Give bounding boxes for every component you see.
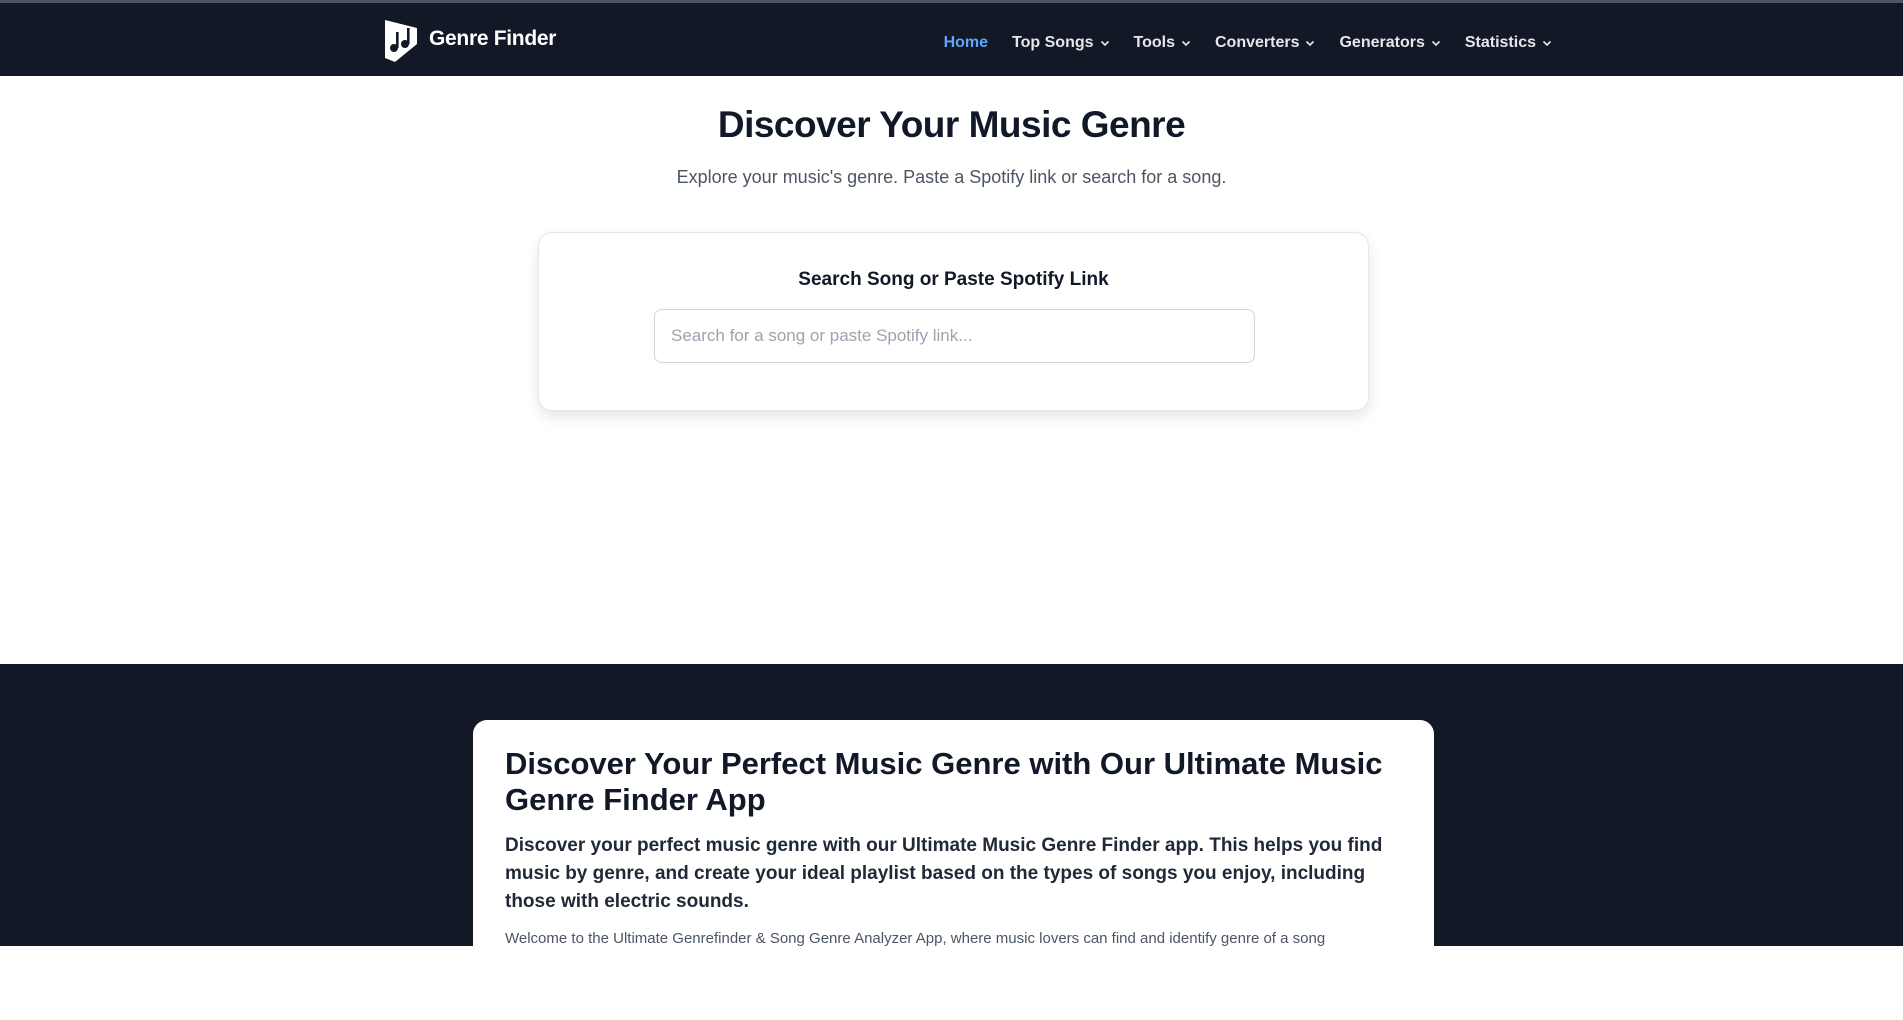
nav-item-converters[interactable]: Converters [1215, 34, 1315, 52]
nav-item-label: Home [943, 33, 989, 51]
nav-item-label: Statistics [1464, 33, 1536, 51]
nav-item-label: Generators [1339, 33, 1425, 51]
main-nav: Home Top Songs Tools Converters Generato… [944, 6, 1552, 79]
search-card: Search Song or Paste Spotify Link [538, 232, 1369, 411]
chevron-down-icon [1542, 40, 1552, 46]
nav-item-statistics[interactable]: Statistics [1465, 34, 1552, 52]
chevron-down-icon [1100, 40, 1109, 46]
brand-link[interactable]: Genre Finder [381, 16, 556, 62]
search-input[interactable] [654, 309, 1255, 363]
page-title: Discover Your Music Genre [717, 104, 1186, 145]
search-label: Search Song or Paste Spotify Link [798, 269, 1109, 290]
nav-item-top-songs[interactable]: Top Songs [1012, 34, 1109, 52]
navbar: Genre Finder Home Top Songs Tools Conver… [0, 3, 1903, 76]
chevron-down-icon [1181, 40, 1191, 46]
article-card: Discover Your Perfect Music Genre with O… [473, 720, 1434, 1020]
article-title: Discover Your Perfect Music Genre with O… [505, 746, 1383, 817]
brand-name: Genre Finder [429, 27, 557, 50]
hero-subtitle: Explore your music's genre. Paste a Spot… [676, 167, 1227, 187]
music-note-logo-icon [385, 20, 417, 62]
hero-section: Discover Your Music Genre Explore your m… [0, 76, 1903, 664]
nav-item-label: Converters [1215, 33, 1300, 51]
nav-item-tools[interactable]: Tools [1134, 34, 1191, 52]
chevron-down-icon [1431, 40, 1440, 46]
nav-item-home[interactable]: Home [944, 34, 988, 52]
nav-item-label: Tools [1133, 33, 1175, 51]
nav-item-generators[interactable]: Generators [1339, 34, 1440, 52]
article-body: Welcome to the Ultimate Genrefinder & So… [505, 930, 1326, 947]
chevron-down-icon [1306, 40, 1315, 46]
article-lead: Discover your perfect music genre with o… [505, 835, 1383, 912]
info-section: Discover Your Perfect Music Genre with O… [0, 664, 1903, 1020]
nav-item-label: Top Songs [1012, 33, 1094, 51]
